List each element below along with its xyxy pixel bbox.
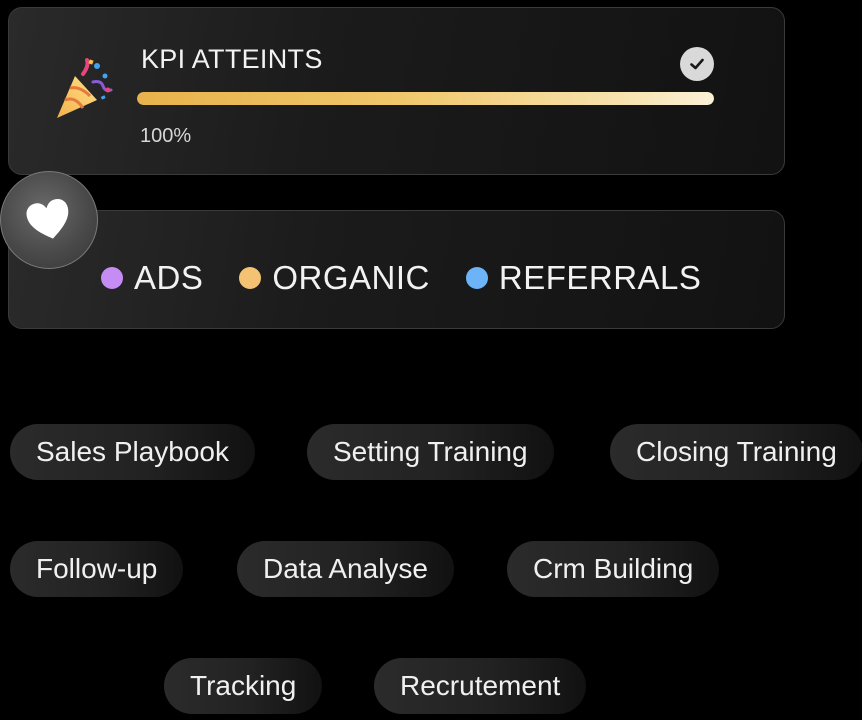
kpi-progress-bar — [137, 92, 714, 105]
skill-pill-recrutement: Recrutement — [374, 658, 587, 714]
skill-pill-data-analyse: Data Analyse — [237, 541, 454, 597]
kpi-progress-fill — [137, 92, 714, 105]
skill-pill-sales-playbook: Sales Playbook — [10, 424, 256, 480]
legend-item-ads: ADS — [101, 259, 203, 297]
legend-dot — [465, 267, 488, 289]
check-circle-icon — [680, 47, 714, 81]
skill-pill-crm-building: Crm Building — [507, 541, 720, 597]
legend-dot — [101, 267, 123, 289]
sources-card: ADS ORGANIC REFERRALS — [8, 210, 785, 329]
skill-pill-tracking: Tracking — [164, 658, 323, 714]
legend-dot — [239, 267, 262, 289]
kpi-title: KPI ATTEINTS — [141, 44, 323, 74]
legend-label: ADS — [134, 259, 204, 296]
legend-item-organic: ORGANIC — [239, 259, 430, 297]
heart-icon — [26, 199, 69, 239]
legend-label: REFERRALS — [498, 259, 702, 296]
party-popper-icon — [57, 58, 113, 118]
kpi-card: KPI ATTEINTS 100% — [8, 7, 785, 175]
legend-label: ORGANIC — [272, 259, 430, 296]
kpi-value: 100% — [140, 125, 192, 147]
heart-badge — [0, 171, 98, 269]
skill-pill-closing-training: Closing Training — [610, 424, 862, 480]
sources-legend: ADS ORGANIC REFERRALS — [101, 259, 737, 297]
skill-pill-setting-training: Setting Training — [307, 424, 554, 480]
stage: KPI ATTEINTS 100% ADS ORGANIC REFERRALS Sa… — [0, 0, 862, 720]
legend-item-referrals: REFERRALS — [465, 259, 702, 297]
skill-pill-follow-up: Follow-up — [10, 541, 184, 597]
